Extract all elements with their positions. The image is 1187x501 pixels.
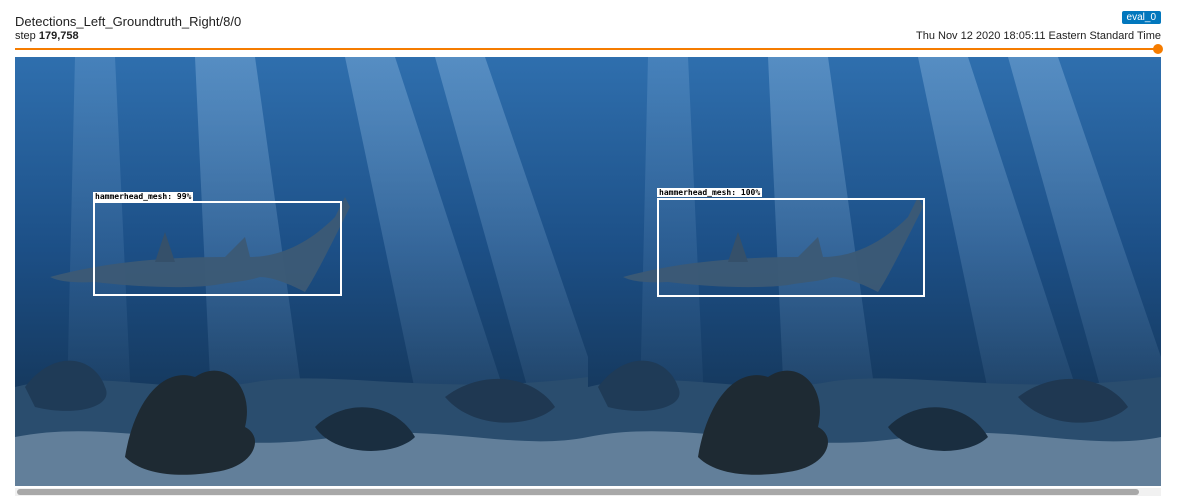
step-slider[interactable]	[15, 48, 1159, 50]
groundtruth-panel: hammerhead_mesh: 100%	[588, 57, 1161, 486]
step-slider-thumb[interactable]	[1153, 44, 1163, 54]
detection-bounding-box	[93, 201, 342, 296]
step-label: step	[15, 30, 36, 42]
timestamp: Thu Nov 12 2020 18:05:11 Eastern Standar…	[915, 30, 1161, 42]
card-title: Detections_Left_Groundtruth_Right/8/0	[15, 14, 242, 29]
image-viewer[interactable]: hammerhead_mesh: 99% hammerhead_mesh: 10…	[15, 57, 1161, 486]
image-summary-card: Detections_Left_Groundtruth_Right/8/0 ev…	[0, 0, 1187, 501]
horizontal-scrollbar[interactable]	[15, 488, 1161, 496]
scrollbar-thumb[interactable]	[17, 489, 1139, 495]
run-badge: eval_0	[1121, 11, 1161, 24]
groundtruth-bounding-box	[657, 198, 925, 297]
step-row: step 179,758	[15, 30, 79, 42]
detections-panel: hammerhead_mesh: 99%	[15, 57, 588, 486]
detection-label: hammerhead_mesh: 99%	[93, 192, 194, 201]
step-value: 179,758	[38, 30, 79, 42]
groundtruth-label: hammerhead_mesh: 100%	[657, 188, 763, 197]
